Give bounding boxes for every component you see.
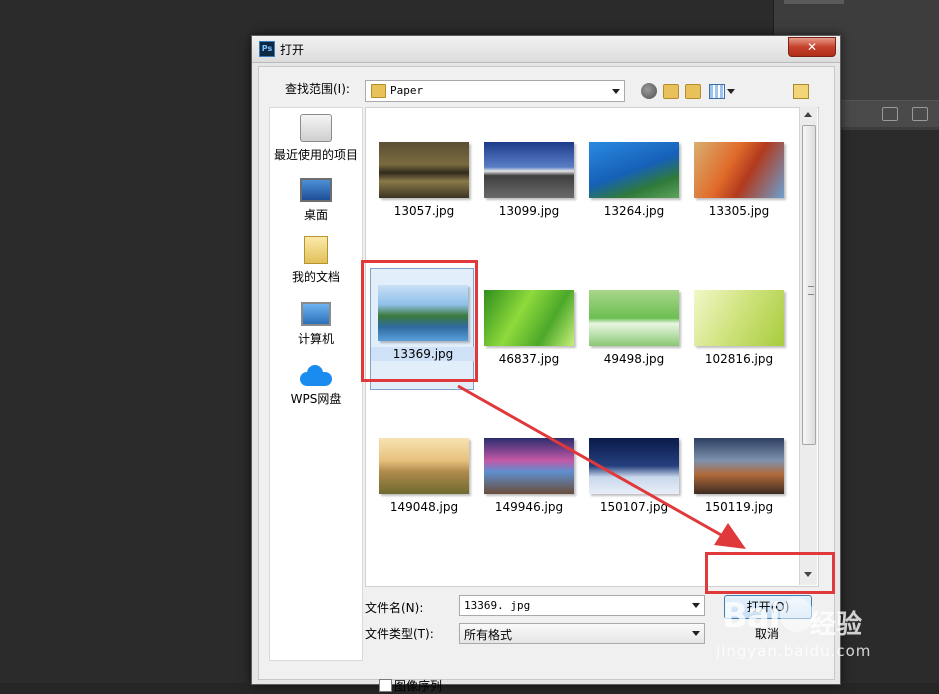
file-item[interactable]: 149048.jpg bbox=[372, 422, 476, 544]
file-name-input[interactable]: 13369. jpg bbox=[459, 595, 705, 616]
file-item[interactable]: 149946.jpg bbox=[477, 422, 581, 544]
thumbnail-image bbox=[589, 142, 679, 198]
place-label: 桌面 bbox=[303, 208, 328, 222]
camera-icon[interactable] bbox=[912, 107, 928, 121]
file-name-value: 13369. jpg bbox=[464, 599, 531, 612]
chevron-down-icon[interactable] bbox=[692, 631, 700, 636]
up-folder-icon[interactable] bbox=[663, 84, 679, 99]
file-name: 46837.jpg bbox=[498, 352, 560, 366]
recent-items-icon bbox=[300, 114, 332, 142]
favorite-folder-icon[interactable] bbox=[793, 84, 809, 99]
file-name: 102816.jpg bbox=[704, 352, 774, 366]
image-sequence-label: 图像序列 bbox=[394, 679, 443, 693]
file-name: 150107.jpg bbox=[599, 500, 669, 514]
watermark-brand-suffix: 经验 bbox=[810, 610, 863, 640]
place-recent[interactable]: 最近使用的项目 bbox=[270, 114, 362, 163]
view-menu-icon[interactable] bbox=[709, 84, 725, 99]
thumbnail-image bbox=[589, 438, 679, 494]
file-name: 13305.jpg bbox=[708, 204, 770, 218]
my-documents-icon bbox=[304, 236, 328, 264]
file-type-value: 所有格式 bbox=[464, 628, 513, 642]
watermark-brand: Bai bbox=[722, 596, 781, 636]
place-computer[interactable]: 计算机 bbox=[270, 302, 362, 347]
file-item[interactable]: 49498.jpg bbox=[582, 274, 686, 396]
computer-icon bbox=[301, 302, 331, 326]
watermark-url: jingyan.baidu.com bbox=[716, 642, 872, 660]
thumbnail-image bbox=[694, 438, 784, 494]
thumbnail-image bbox=[589, 290, 679, 346]
dialog-titlebar: Ps 打开 ✕ bbox=[252, 36, 840, 63]
vertical-scrollbar[interactable] bbox=[799, 107, 817, 585]
chevron-down-icon[interactable] bbox=[692, 603, 700, 608]
look-in-value: Paper bbox=[390, 84, 424, 97]
places-bar: 最近使用的项目 桌面 我的文档 计算机 WPS网盘 bbox=[269, 107, 363, 661]
close-button[interactable]: ✕ bbox=[788, 37, 836, 57]
file-item[interactable]: 150119.jpg bbox=[687, 422, 791, 544]
file-name: 149946.jpg bbox=[494, 500, 564, 514]
chevron-down-icon[interactable] bbox=[612, 89, 620, 94]
file-name: 13264.jpg bbox=[603, 204, 665, 218]
file-item[interactable]: 150107.jpg bbox=[582, 422, 686, 544]
file-item[interactable]: 102816.jpg bbox=[687, 274, 791, 396]
baidu-paw-icon bbox=[780, 598, 814, 632]
highlight-open-button bbox=[705, 552, 835, 594]
place-desktop[interactable]: 桌面 bbox=[270, 178, 362, 223]
file-type-label: 文件类型(T): bbox=[365, 627, 434, 641]
thumbnail-image bbox=[379, 142, 469, 198]
image-sequence-checkbox[interactable] bbox=[379, 679, 392, 692]
panel-tab[interactable] bbox=[784, 0, 844, 4]
place-label: WPS网盘 bbox=[290, 392, 342, 406]
file-name: 150119.jpg bbox=[704, 500, 774, 514]
look-in-dropdown[interactable]: Paper bbox=[365, 80, 625, 102]
scroll-up-icon[interactable] bbox=[804, 112, 812, 117]
thumbnail-image bbox=[484, 142, 574, 198]
desktop-icon bbox=[300, 178, 332, 202]
new-folder-icon[interactable] bbox=[685, 84, 701, 99]
folder-icon bbox=[371, 84, 386, 98]
scrollbar-thumb[interactable] bbox=[802, 125, 816, 445]
thumbnail-image bbox=[484, 438, 574, 494]
file-item[interactable]: 13305.jpg bbox=[687, 126, 791, 248]
file-item[interactable]: 13099.jpg bbox=[477, 126, 581, 248]
back-icon[interactable] bbox=[641, 83, 657, 99]
file-name-label: 文件名(N): bbox=[365, 601, 424, 615]
new-layer-icon[interactable] bbox=[882, 107, 898, 121]
dialog-title: 打开 bbox=[280, 43, 305, 57]
thumbnail-image bbox=[694, 142, 784, 198]
thumbnail-image bbox=[694, 290, 784, 346]
file-item[interactable]: 46837.jpg bbox=[477, 274, 581, 396]
look-in-label: 查找范围(I): bbox=[285, 82, 350, 96]
place-wps-cloud[interactable]: WPS网盘 bbox=[270, 364, 362, 407]
file-name: 13099.jpg bbox=[498, 204, 560, 218]
view-menu-chevron-icon[interactable] bbox=[727, 89, 735, 94]
place-documents[interactable]: 我的文档 bbox=[270, 236, 362, 285]
highlight-selected-file bbox=[361, 260, 478, 382]
file-type-select[interactable]: 所有格式 bbox=[459, 623, 705, 644]
wps-cloud-icon bbox=[300, 364, 332, 386]
thumbnail-image bbox=[484, 290, 574, 346]
file-item[interactable]: 13264.jpg bbox=[582, 126, 686, 248]
thumbnail-image bbox=[379, 438, 469, 494]
file-name: 149048.jpg bbox=[389, 500, 459, 514]
grip-icon bbox=[808, 286, 814, 295]
photoshop-app-icon: Ps bbox=[259, 41, 275, 57]
file-name: 13057.jpg bbox=[393, 204, 455, 218]
place-label: 计算机 bbox=[297, 332, 334, 346]
file-name: 49498.jpg bbox=[603, 352, 665, 366]
file-item[interactable]: 13057.jpg bbox=[372, 126, 476, 248]
place-label: 我的文档 bbox=[291, 270, 340, 284]
place-label: 最近使用的项目 bbox=[273, 148, 358, 162]
